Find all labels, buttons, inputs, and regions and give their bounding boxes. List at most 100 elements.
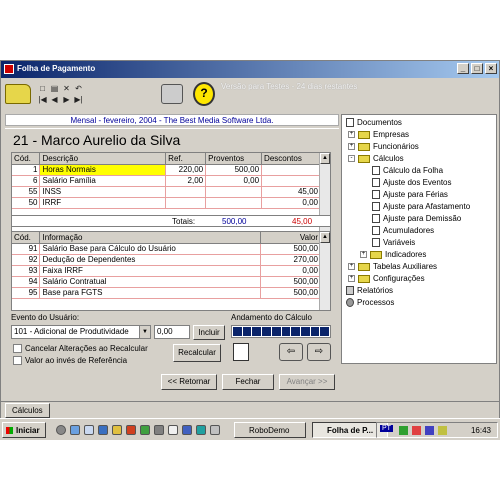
info-scrollbar[interactable]: ▲ [319, 232, 330, 310]
arrow-right-icon[interactable]: ⇨ [307, 343, 331, 361]
cancel-record-icon[interactable]: ↶ [73, 84, 84, 94]
tree-label: Configurações [373, 274, 425, 283]
prev-record-icon[interactable]: ◀ [49, 95, 60, 105]
tree-item[interactable]: Relatórios [346, 286, 393, 295]
table-row[interactable]: 95 Base para FGTS 500,00 [12, 287, 321, 299]
explorer-icon[interactable] [70, 425, 80, 435]
checkbox-box[interactable] [13, 344, 22, 353]
cell-value: 500,00 [260, 276, 321, 288]
tree-item[interactable]: + Configurações [348, 274, 425, 283]
table-row[interactable]: 94 Salário Contratual 500,00 [12, 276, 321, 288]
media-icon[interactable] [112, 425, 122, 435]
folder-icon [370, 250, 382, 259]
minimize-button[interactable]: _ [457, 63, 469, 74]
language-indicator[interactable]: PT [380, 425, 393, 432]
table-row[interactable]: 55 INSS 45,00 [12, 186, 321, 198]
close-form-button[interactable]: Fechar [222, 374, 274, 390]
checkbox-box[interactable] [13, 356, 22, 365]
arrow-left-icon[interactable]: ⇦ [279, 343, 303, 361]
expand-icon[interactable]: + [348, 263, 355, 270]
cell-code: 1 [12, 164, 41, 176]
tree-item[interactable]: Ajuste para Férias [372, 190, 448, 199]
ie-icon[interactable] [98, 425, 108, 435]
tree-item[interactable]: Ajuste para Demissão [372, 214, 461, 223]
totals-proventos: 500,00 [222, 217, 247, 226]
globe-icon[interactable] [56, 425, 66, 435]
tab-strip: Cálculos [1, 401, 499, 419]
event-select[interactable]: 101 - Adicional de Produtividade ▼ [11, 325, 151, 339]
app-quicklaunch-icon[interactable] [140, 425, 150, 435]
table-row[interactable]: 1 Horas Normais 220,00 500,00 [12, 164, 321, 176]
scroll-up-icon[interactable]: ▲ [320, 153, 330, 164]
main-window: Folha de Pagamento _ □ × □ ▤ ✕ ↶ |◀ ◀ ▶ … [0, 60, 500, 420]
col-header: Descrição [39, 153, 167, 165]
tree-item[interactable]: Variáveis [372, 238, 415, 247]
expand-icon[interactable]: + [360, 251, 367, 258]
app-quicklaunch-icon[interactable] [196, 425, 206, 435]
event-label: Evento do Usuário: [11, 313, 80, 322]
employee-name: 21 - Marco Aurelio da Silva [5, 128, 339, 150]
tree-item[interactable]: Ajuste dos Eventos [372, 178, 451, 187]
copy-record-icon[interactable]: ▤ [49, 84, 60, 94]
tray-icon[interactable] [399, 426, 408, 435]
recalculate-button[interactable]: Recalcular [173, 344, 221, 362]
expand-icon[interactable]: + [348, 131, 355, 138]
open-folder-icon[interactable] [5, 84, 31, 104]
event-value-input[interactable]: 0,00 [154, 325, 190, 339]
task-robodemo[interactable]: RoboDemo [234, 422, 306, 438]
tree-item[interactable]: + Empresas [348, 130, 409, 139]
value-instead-checkbox[interactable]: Valor ao invés de Referência [13, 356, 127, 365]
last-record-icon[interactable]: ▶| [73, 95, 84, 105]
table-row[interactable]: 92 Dedução de Dependentes 270,00 [12, 254, 321, 266]
close-button[interactable]: × [485, 63, 497, 74]
tray-icon[interactable] [425, 426, 434, 435]
cancel-changes-checkbox[interactable]: Cancelar Alterações ao Recalcular [13, 344, 148, 353]
start-button[interactable]: Iniciar [2, 422, 46, 438]
table-row[interactable]: 50 IRRF 0,00 [12, 197, 321, 209]
record-navigator: □ ▤ ✕ ↶ |◀ ◀ ▶ ▶| [37, 84, 84, 105]
cell-descontos: 0,00 [261, 197, 321, 209]
back-button[interactable]: << Retornar [161, 374, 217, 390]
tree-item[interactable]: Processos [346, 298, 394, 307]
tree-item[interactable]: Cálculo da Folha [372, 166, 443, 175]
next-button[interactable]: Avançar >> [279, 374, 335, 390]
tree-item[interactable]: Acumuladores [372, 226, 434, 235]
expand-icon[interactable]: + [348, 143, 355, 150]
table-row[interactable]: 93 Faixa IRRF 0,00 [12, 265, 321, 277]
folder-icon [358, 262, 370, 271]
table-row[interactable]: 91 Salário Base para Cálculo do Usuário … [12, 243, 321, 255]
next-record-icon[interactable]: ▶ [61, 95, 72, 105]
information-grid[interactable]: Cód. Informação Valor 91 Salário Base pa… [11, 231, 331, 311]
tree-item[interactable]: + Funcionários [348, 142, 419, 151]
app-quicklaunch-icon[interactable] [168, 425, 178, 435]
tree-item[interactable]: + Indicadores [360, 250, 426, 259]
calendar-icon[interactable] [233, 343, 249, 361]
new-record-icon[interactable]: □ [37, 84, 48, 94]
tree-label: Variáveis [383, 238, 416, 247]
tree-item[interactable]: Ajuste para Afastamento [372, 202, 470, 211]
app-quicklaunch-icon[interactable] [126, 425, 136, 435]
tree-item[interactable]: - Cálculos [348, 154, 404, 163]
desktop-icon[interactable] [84, 425, 94, 435]
maximize-button[interactable]: □ [471, 63, 483, 74]
scroll-up-icon[interactable]: ▲ [320, 232, 330, 243]
tree-root[interactable]: Documentos [346, 118, 402, 127]
printer-icon[interactable] [161, 84, 183, 104]
app-quicklaunch-icon[interactable] [154, 425, 164, 435]
app-quicklaunch-icon[interactable] [210, 425, 220, 435]
tray-icon[interactable] [438, 426, 447, 435]
first-record-icon[interactable]: |◀ [37, 95, 48, 105]
expand-icon[interactable]: + [348, 275, 355, 282]
include-button[interactable]: Incluir [193, 325, 225, 340]
cell-description: Horas Normais [39, 164, 167, 176]
app-quicklaunch-icon[interactable] [182, 425, 192, 435]
tab-calculos[interactable]: Cálculos [5, 403, 50, 418]
collapse-icon[interactable]: - [348, 155, 355, 162]
tray-icon[interactable] [412, 426, 421, 435]
delete-record-icon[interactable]: ✕ [61, 84, 72, 94]
tree-label: Cálculos [373, 154, 404, 163]
table-row[interactable]: 6 Salário Família 2,00 0,00 [12, 175, 321, 187]
tree-item[interactable]: + Tabelas Auxiliares [348, 262, 437, 271]
help-icon[interactable]: ? [193, 82, 215, 106]
chevron-down-icon[interactable]: ▼ [139, 326, 150, 338]
